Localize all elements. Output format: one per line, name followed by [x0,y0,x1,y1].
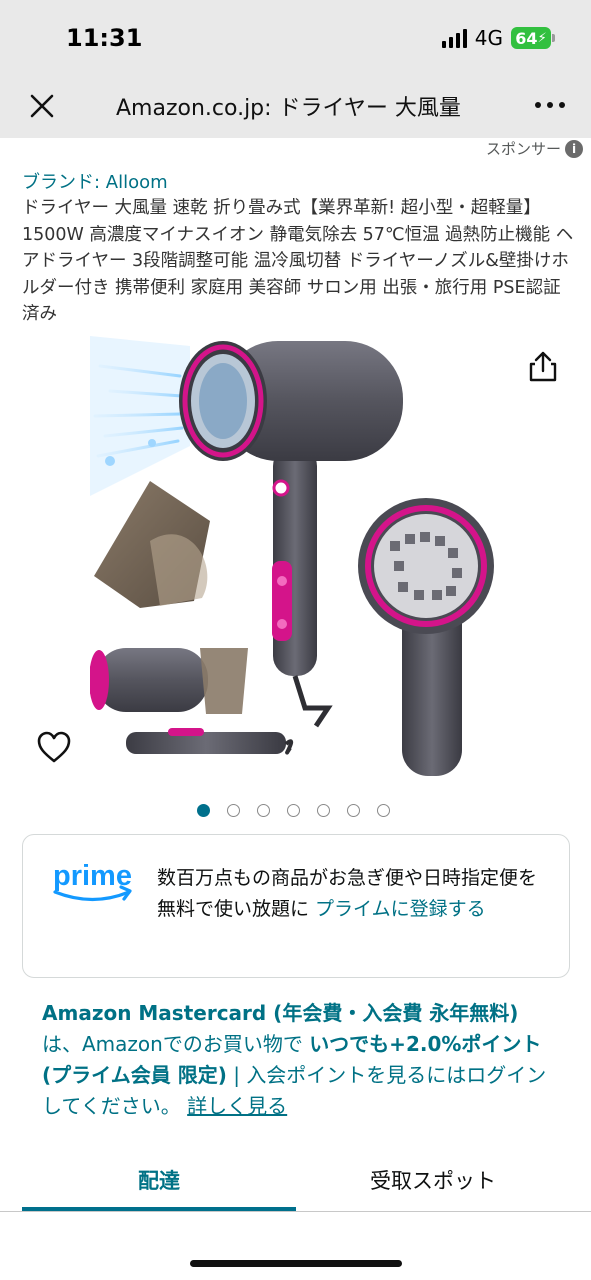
product-title: ドライヤー 大風量 速乾 折り畳み式【業界革新! 超小型・超軽量】1500W 高… [22,198,574,324]
pagination-dot[interactable] [377,804,390,817]
more-options-icon[interactable] [535,102,565,108]
pagination-dot[interactable] [257,804,270,817]
product-image[interactable] [90,336,502,776]
status-time: 11:31 [66,24,143,52]
air-flow-graphic [90,336,190,496]
share-icon[interactable] [528,350,558,382]
tab-divider [0,1211,591,1212]
status-bar: 11:31 4G 64 ⚡ [0,0,591,74]
battery-level: 64 [515,28,538,48]
home-indicator[interactable] [190,1260,402,1267]
pagination-dot[interactable] [287,804,300,817]
mastercard-text-1: は、Amazonでのお買い物で [42,1032,310,1056]
mastercard-title[interactable]: Amazon Mastercard (年会費・入会費 永年無料) [42,1001,518,1025]
brand-link[interactable]: ブランド: Alloom [22,168,168,194]
page-title: Amazon.co.jp: ドライヤー 大風量 [116,96,461,121]
signal-icon [441,28,467,48]
pagination-dot[interactable] [347,804,360,817]
prime-promo-card[interactable]: prime 数百万点もの商品がお急ぎ便や日時指定便を無料で使い放題に プライムに… [22,834,570,978]
sponsored-label[interactable]: スポンサー i [486,138,583,159]
network-type: 4G [474,26,503,50]
image-pagination [197,804,390,817]
sponsored-text: スポンサー [485,140,561,158]
close-icon[interactable] [28,92,56,120]
mastercard-details-link[interactable]: 詳しく見る [187,1094,287,1118]
prime-logo-icon: prime [53,860,132,902]
tab-pickup-spot[interactable]: 受取スポット [296,1148,570,1212]
wishlist-heart-icon[interactable] [36,730,72,764]
tab-delivery[interactable]: 配達 [22,1148,296,1212]
pagination-dot[interactable] [197,804,210,817]
hair-dryer-back-view [358,498,494,776]
prime-signup-link[interactable]: プライムに登録する [315,898,486,920]
pagination-dot[interactable] [227,804,240,817]
battery-icon: 64 ⚡ [511,27,555,49]
folded-hair-dryer [90,648,294,755]
browser-nav-bar: Amazon.co.jp: ドライヤー 大風量 [0,74,591,138]
mastercard-promo: Amazon Mastercard (年会費・入会費 永年無料) は、Amazon… [42,998,554,1122]
pagination-dot[interactable] [317,804,330,817]
prime-message: 数百万点もの商品がお急ぎ便や日時指定便を無料で使い放題に プライムに登録する [157,863,537,925]
delivery-tabs: 配達 受取スポット [22,1148,591,1212]
status-indicators: 4G 64 ⚡ [441,26,555,50]
info-icon[interactable]: i [565,139,583,158]
nozzle-attachment [94,481,210,608]
